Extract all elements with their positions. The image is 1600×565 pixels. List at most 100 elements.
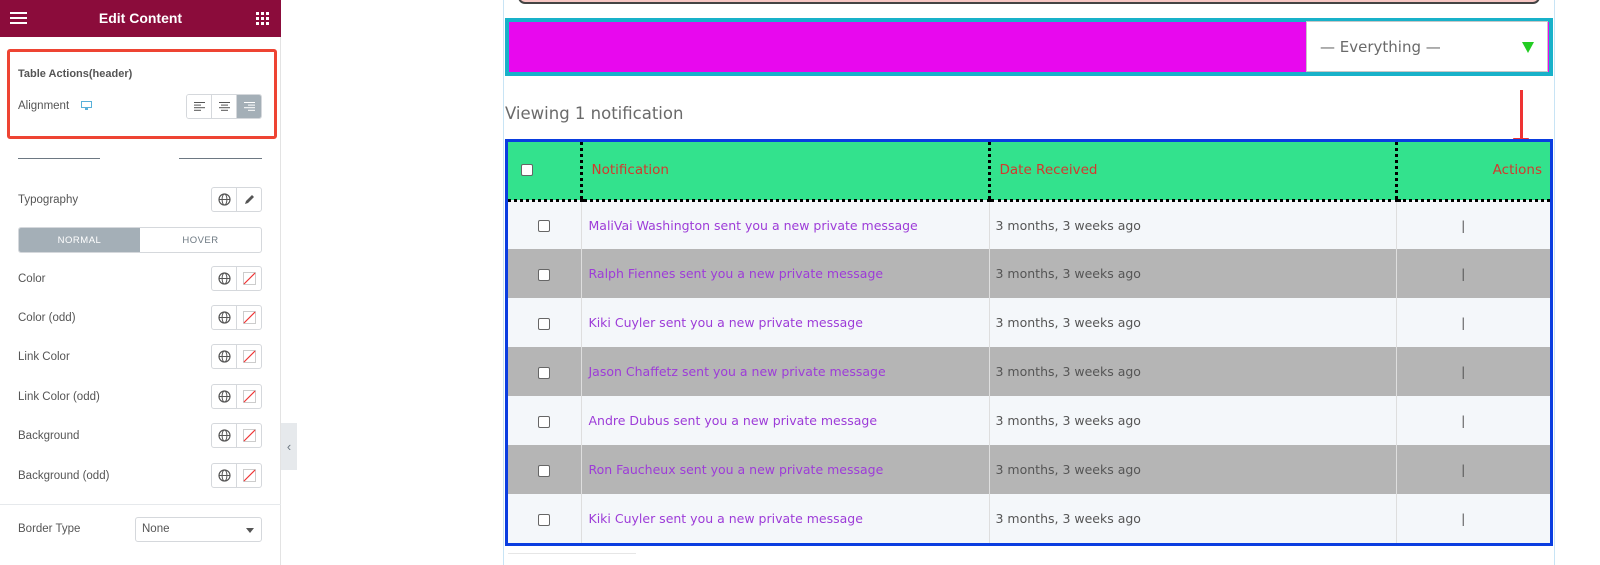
link-color-odd-picker-button[interactable] (237, 385, 261, 408)
row-checkbox[interactable] (538, 268, 551, 281)
dropdown-arrow-icon (1522, 42, 1534, 53)
notification-cell: Andre Dubus sent you a new private messa… (580, 396, 989, 445)
background-odd-global-button[interactable] (212, 464, 237, 487)
column-header-notification[interactable]: Notification (579, 142, 989, 202)
typography-label: Typography (18, 194, 79, 206)
divider-right (179, 158, 262, 159)
date-cell: 3 months, 3 weeks ago (988, 298, 1396, 347)
row-checkbox-cell (508, 494, 581, 543)
actions-cell[interactable]: | (1395, 494, 1550, 543)
border-type-value: None (142, 523, 170, 535)
column-header-date[interactable]: Date Received (987, 142, 1396, 202)
notification-cell: Ralph Fiennes sent you a new private mes… (580, 249, 989, 298)
notifications-table: Notification Date Received Actions MaliV… (505, 139, 1553, 546)
control-label-color-odd: Color (odd) (18, 312, 76, 324)
no-color-icon (242, 429, 256, 442)
control-label-color: Color (18, 273, 46, 285)
align-left-button[interactable] (187, 95, 212, 118)
background-global-button[interactable] (212, 424, 237, 447)
background-control (211, 423, 262, 448)
typography-global-button[interactable] (212, 188, 237, 211)
align-right-icon (243, 102, 255, 111)
color-picker-button[interactable] (237, 267, 261, 290)
date-cell: 3 months, 3 weeks ago (988, 445, 1396, 494)
link-color-odd-control (211, 384, 262, 409)
align-center-button[interactable] (212, 95, 237, 118)
control-label-background: Background (18, 430, 80, 442)
row-checkbox[interactable] (538, 220, 551, 233)
select-all-checkbox[interactable] (521, 164, 533, 177)
top-element (518, 0, 1540, 4)
notification-link[interactable]: Ralph Fiennes sent you a new private mes… (589, 266, 884, 281)
table-row: Kiki Cuyler sent you a new private messa… (508, 494, 1550, 543)
color-global-button[interactable] (212, 267, 237, 290)
header-select-all (508, 142, 581, 202)
guide-line-left (503, 0, 504, 565)
notification-link[interactable]: Andre Dubus sent you a new private messa… (589, 413, 878, 428)
link-color-odd-global-button[interactable] (212, 385, 237, 408)
actions-cell[interactable]: | (1395, 445, 1550, 494)
row-checkbox-cell (508, 396, 581, 445)
no-color-icon (242, 350, 256, 363)
border-type-label: Border Type (18, 523, 81, 535)
notification-link[interactable]: Ron Faucheux sent you a new private mess… (589, 462, 884, 477)
section-title: Table Actions(header) (18, 68, 133, 80)
table-row: Kiki Cuyler sent you a new private messa… (508, 298, 1550, 347)
control-label-link-color: Link Color (18, 351, 70, 363)
filter-select-value: — Everything — (1320, 38, 1441, 56)
pencil-icon (244, 195, 254, 204)
notification-link[interactable]: Kiki Cuyler sent you a new private messa… (589, 511, 863, 526)
collapse-panel-button[interactable]: ‹ (281, 423, 297, 470)
chevron-left-icon: ‹ (286, 439, 292, 454)
no-color-icon (242, 390, 256, 403)
actions-cell[interactable]: | (1395, 396, 1550, 445)
apps-grid-icon[interactable] (256, 12, 269, 25)
notification-filter-select[interactable]: — Everything — (1306, 21, 1548, 72)
state-tabs: NORMAL HOVER (18, 227, 262, 253)
color-odd-global-button[interactable] (212, 306, 237, 329)
row-checkbox[interactable] (538, 415, 551, 428)
align-right-button[interactable] (237, 95, 261, 118)
actions-cell[interactable]: | (1395, 347, 1550, 396)
row-checkbox[interactable] (538, 317, 551, 330)
background-picker-button[interactable] (237, 424, 261, 447)
row-checkbox-cell (508, 200, 581, 249)
desktop-icon[interactable] (81, 101, 92, 110)
notification-link[interactable]: Jason Chaffetz sent you a new private me… (589, 364, 886, 379)
globe-icon (217, 429, 231, 442)
section-divider (0, 504, 281, 505)
typography-edit-button[interactable] (237, 188, 261, 211)
color-odd-picker-button[interactable] (237, 306, 261, 329)
actions-cell[interactable]: | (1395, 249, 1550, 298)
tab-normal[interactable]: NORMAL (19, 228, 140, 252)
table-row: Ron Faucheux sent you a new private mess… (508, 445, 1550, 494)
notification-cell: Ron Faucheux sent you a new private mess… (580, 445, 989, 494)
control-label-link-color-odd: Link Color (odd) (18, 391, 100, 403)
table-row: Ralph Fiennes sent you a new private mes… (508, 249, 1550, 298)
actions-cell[interactable]: | (1395, 200, 1550, 249)
table-row: Jason Chaffetz sent you a new private me… (508, 347, 1550, 396)
divider-left (18, 158, 100, 159)
row-checkbox[interactable] (538, 464, 551, 477)
globe-icon (217, 390, 231, 403)
notification-link[interactable]: Kiki Cuyler sent you a new private messa… (589, 315, 863, 330)
no-color-icon (242, 272, 256, 285)
border-type-select[interactable]: None (135, 517, 262, 542)
date-cell: 3 months, 3 weeks ago (988, 396, 1396, 445)
globe-icon (217, 469, 231, 482)
no-color-icon (242, 469, 256, 482)
date-cell: 3 months, 3 weeks ago (988, 200, 1396, 249)
tab-hover[interactable]: HOVER (140, 228, 261, 252)
alignment-label: Alignment (18, 100, 70, 112)
actions-cell[interactable]: | (1395, 298, 1550, 347)
notification-cell: Jason Chaffetz sent you a new private me… (580, 347, 989, 396)
link-color-global-button[interactable] (212, 345, 237, 368)
row-checkbox[interactable] (538, 513, 551, 526)
background-odd-control (211, 463, 262, 488)
row-checkbox[interactable] (538, 366, 551, 379)
link-color-picker-button[interactable] (237, 345, 261, 368)
no-color-icon (242, 311, 256, 324)
background-odd-picker-button[interactable] (237, 464, 261, 487)
editor-panel: Edit Content Table Actions(header) Align… (0, 0, 281, 565)
notification-link[interactable]: MaliVai Washington sent you a new privat… (589, 218, 918, 233)
